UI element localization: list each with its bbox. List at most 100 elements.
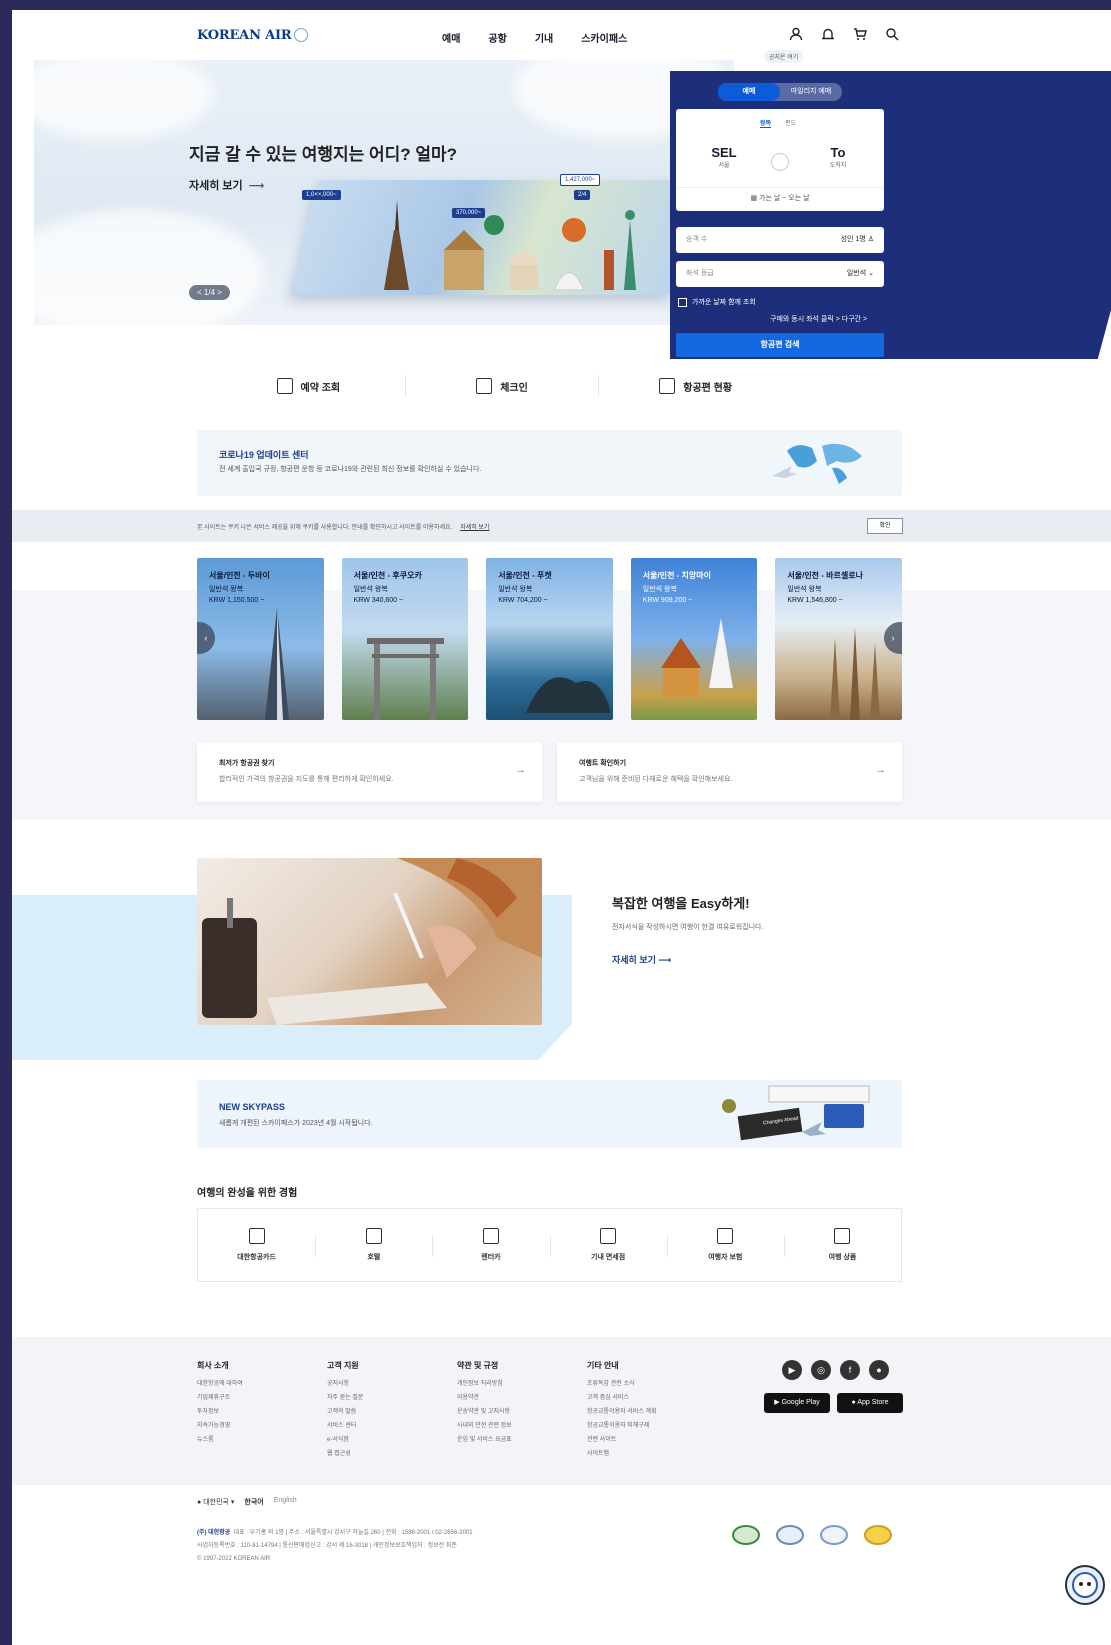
- footer-link[interactable]: 사내외 안전 관련 정보: [457, 1419, 582, 1433]
- cookie-notice-link[interactable]: 자세히 보기: [460, 525, 489, 531]
- footer-link[interactable]: 이용약관: [457, 1391, 582, 1405]
- service-duty-free[interactable]: 기내 면세점: [549, 1209, 667, 1281]
- hero-more-link[interactable]: 자세히 보기 ⟶: [189, 177, 264, 193]
- lang-en[interactable]: English: [274, 1497, 297, 1507]
- footer-link[interactable]: 기업제휴구조: [197, 1391, 322, 1405]
- luggage-icon: [834, 1228, 851, 1244]
- service-rental-car[interactable]: 렌터카: [432, 1209, 549, 1281]
- destination-card[interactable]: 서울/인천 - 두바이 일반석 왕복 KRW 1,150,500 ~: [197, 558, 324, 720]
- covid-banner[interactable]: 코로나19 업데이트 센터 전 세계 출입국 규정, 항공편 운항 등 코로나1…: [197, 430, 902, 496]
- flight-status-icon: [659, 378, 676, 394]
- car-icon: [482, 1228, 499, 1244]
- trip-type-oneway[interactable]: 편도: [785, 118, 796, 128]
- footer-link[interactable]: 항공교통이용자 피해구제: [587, 1419, 712, 1433]
- hero-pager[interactable]: < 1/4 >: [189, 285, 230, 300]
- company-info: (주) 대한항공 대표 : 우기홍 외 1명 | 주소 : 서울특별시 강서구 …: [197, 1530, 473, 1562]
- footer-link[interactable]: 관련 사이트: [587, 1433, 712, 1447]
- destination-card[interactable]: 서울/인천 - 푸켓 일반석 왕복 KRW 704,200 ~: [486, 558, 613, 720]
- flexible-date-checkbox[interactable]: 가까운 날짜 함께 조회: [678, 297, 756, 307]
- footer-link[interactable]: 서비스 센터: [327, 1419, 452, 1433]
- cloud-decoration: [34, 60, 214, 140]
- footer-link[interactable]: 공지사항: [327, 1377, 452, 1391]
- user-icon[interactable]: [787, 25, 805, 43]
- footer-link[interactable]: 사이트맵: [587, 1447, 712, 1461]
- destination-card[interactable]: 서울/인천 - 후쿠오카 일반석 왕복 KRW 340,600 ~: [341, 558, 469, 720]
- quick-reservation-lookup[interactable]: 예약 조회: [212, 375, 406, 397]
- bell-icon[interactable]: [819, 25, 837, 43]
- lang-ko[interactable]: 한국어: [244, 1497, 263, 1507]
- temple-illustration: [660, 618, 733, 698]
- footer-link[interactable]: 자주 묻는 질문: [327, 1391, 452, 1405]
- instagram-icon[interactable]: ◎: [811, 1360, 831, 1380]
- logo[interactable]: KOREAN AIR: [197, 28, 309, 43]
- price-tag[interactable]: 1,0××,000~: [302, 190, 341, 200]
- easy-title: 복잡한 여행을 Easy하게!: [612, 896, 750, 911]
- tab-mileage-booking[interactable]: 마일리지 예매: [780, 83, 842, 101]
- footer-link[interactable]: 지속가능경영: [197, 1419, 322, 1433]
- nav-item-booking[interactable]: 예매: [442, 30, 460, 45]
- easy-more-link[interactable]: 자세히 보기 ⟶: [612, 953, 671, 966]
- covid-desc: 전 세계 출입국 규정, 항공편 운항 등 코로나19와 관련된 최신 정보를 …: [219, 466, 482, 473]
- service-travel-products[interactable]: 여행 상품: [783, 1209, 901, 1281]
- main-nav: 예매 공항 기내 스카이패스: [442, 30, 627, 45]
- flight-search-button[interactable]: 항공편 검색: [676, 333, 884, 357]
- footer-link[interactable]: 운송약관 및 고지사항: [457, 1405, 582, 1419]
- tab-booking[interactable]: 예매: [718, 83, 780, 101]
- date-field[interactable]: ▦ 가는 날 ~ 오는 날: [676, 187, 884, 203]
- chatbot-button[interactable]: [1065, 1565, 1105, 1605]
- landmarks-illustration: [384, 200, 636, 291]
- footer-col-etc: 기타 안내 조류독감 관련 소식 고객 중심 서비스 항공교통이용자 서비스 계…: [587, 1360, 712, 1461]
- chevron-left-icon: ‹: [204, 633, 208, 643]
- nav-item-airport[interactable]: 공항: [488, 30, 506, 45]
- price-tag[interactable]: 1,427,000~: [560, 174, 601, 186]
- footer-link[interactable]: 조류독감 관련 소식: [587, 1377, 712, 1391]
- app-store-button[interactable]: ● App Store: [837, 1393, 903, 1413]
- seat-class-field[interactable]: 좌석 등급 일반석 ⌄: [676, 261, 884, 287]
- events-card[interactable]: 여행트 확인하기 고객님을 위해 준비된 다채로운 혜택을 확인해보세요. →: [557, 742, 902, 802]
- footer-link[interactable]: 운임 및 서비스 요금표: [457, 1433, 582, 1447]
- footer-link[interactable]: 웹 접근성: [327, 1447, 452, 1461]
- footer-link[interactable]: e-서식함: [327, 1433, 452, 1447]
- swap-route-icon[interactable]: [771, 153, 789, 171]
- trip-type-roundtrip[interactable]: 왕복: [760, 118, 772, 128]
- destination-card[interactable]: 서울/인천 - 치앙마이 일반석 왕복 KRW 909,200 ~: [630, 558, 758, 720]
- search-icon[interactable]: [883, 25, 901, 43]
- logo-emblem-icon: [294, 28, 309, 42]
- region-select[interactable]: ● 대한민국 ▾: [197, 1497, 234, 1507]
- footer-col-support: 고객 지원 공지사항 자주 묻는 질문 고객의 말씀 서비스 센터 e-서식함 …: [327, 1360, 452, 1461]
- footer-link[interactable]: 고객 중심 서비스: [587, 1391, 712, 1405]
- footer-link[interactable]: 개인정보 처리방침: [457, 1377, 582, 1391]
- skypass-banner[interactable]: NEW SKYPASS 새롭게 개편된 스카이패스가 2023년 4월 시작됩니…: [197, 1080, 902, 1148]
- booking-extra-links[interactable]: 구매와 동시 좌석 클릭 > 다구간 >: [770, 314, 867, 324]
- footer-link[interactable]: 고객의 말씀: [327, 1405, 452, 1419]
- user-icon: ♙: [867, 236, 874, 243]
- hero-banner[interactable]: 1,0××,000~ 370,000~ 1,427,000~ 2/4 지금 갈 …: [34, 60, 734, 325]
- facebook-icon[interactable]: f: [840, 1360, 860, 1380]
- departure-field[interactable]: SEL 서울: [694, 145, 754, 169]
- cookie-confirm-button[interactable]: 확인: [867, 518, 903, 534]
- destination-card[interactable]: 서울/인천 - 바르셀로나 일반석 왕복 KRW 1,546,800 ~: [775, 558, 902, 720]
- islands-illustration: [526, 677, 612, 713]
- service-hotel[interactable]: 호텔: [315, 1209, 432, 1281]
- passenger-field[interactable]: 승객 수 성인 1명 ♙: [676, 227, 884, 253]
- arrival-field[interactable]: To 도착지: [808, 145, 868, 169]
- price-tag[interactable]: 370,000~: [452, 208, 486, 218]
- nav-item-skypass[interactable]: 스카이패스: [581, 30, 627, 45]
- nav-item-inflight[interactable]: 기내: [535, 30, 553, 45]
- twitter-icon[interactable]: ●: [869, 1360, 889, 1380]
- quick-checkin[interactable]: 체크인: [406, 375, 600, 397]
- shopping-bag-icon: [600, 1228, 617, 1244]
- footer-link[interactable]: 뉴스룸: [197, 1433, 322, 1447]
- google-play-button[interactable]: ▶ Google Play: [764, 1393, 830, 1413]
- footer-link[interactable]: 항공교통이용자 서비스 계획: [587, 1405, 712, 1419]
- price-tag[interactable]: 2/4: [574, 190, 591, 200]
- quick-flight-status[interactable]: 항공편 현황: [599, 375, 792, 397]
- youtube-icon[interactable]: ▶: [782, 1360, 802, 1380]
- lowest-fare-card[interactable]: 최저가 항공권 찾기 합리적인 가격의 항공권을 지도를 통해 편리하게 확인하세…: [197, 742, 542, 802]
- page: KOREAN AIR 예매 공항 기내 스카이패스 공지온 여기 1,0××,0…: [12, 10, 1111, 1645]
- service-card-skypass-card[interactable]: 대한항공카드: [198, 1209, 315, 1281]
- footer-link[interactable]: 투자정보: [197, 1405, 322, 1419]
- footer-link[interactable]: 대한항공에 대하여: [197, 1377, 322, 1391]
- cart-icon[interactable]: [851, 25, 869, 43]
- service-travel-insurance[interactable]: 여행자 보험: [666, 1209, 784, 1281]
